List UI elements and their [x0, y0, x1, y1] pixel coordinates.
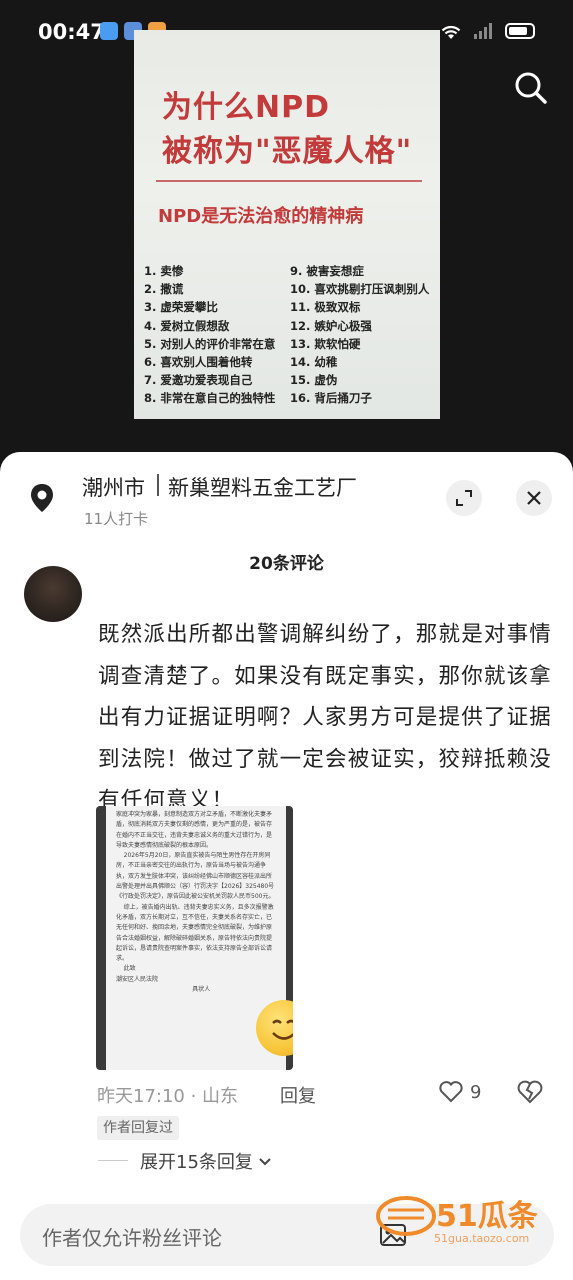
poster-item: 4. 爱树立假想敌 [144, 318, 230, 333]
signal-icon [474, 23, 492, 39]
system-icons [439, 22, 535, 40]
like-button[interactable]: 9 [438, 1080, 481, 1104]
poster-item: 11. 极致双标 [290, 300, 361, 315]
battery-icon [505, 23, 535, 39]
poster-title-line1: 为什么NPD [162, 90, 330, 125]
dislike-button[interactable] [516, 1079, 544, 1109]
search-button[interactable] [509, 66, 553, 110]
document-page: 家庭冲突为家暴，刻意制造双方对立矛盾，不断激化夫妻矛盾，彻底消耗双方夫妻仅剩的感… [106, 806, 293, 1070]
heart-icon [439, 1081, 463, 1103]
poster-list-right: 9. 被害妄想症 10. 喜欢挑剔打压讽刺别人 11. 极致双标 12. 嫉妒心… [290, 262, 429, 408]
watermark-logo: 51瓜条 51gua.taozo.com [374, 1186, 564, 1246]
poster-item: 16. 背后捅刀子 [290, 391, 372, 406]
avatar[interactable] [24, 566, 82, 622]
search-icon [515, 72, 547, 104]
chevron-down-icon [259, 1158, 271, 1166]
document-text: 家庭冲突为家暴，刻意制造双方对立矛盾，不断激化夫妻矛盾，彻底消耗双方夫妻仅剩的感… [116, 811, 275, 994]
expand-icon [456, 490, 472, 506]
poster-item: 14. 幼稚 [290, 355, 338, 370]
poster-item: 12. 嫉妒心极强 [290, 318, 372, 333]
watermark-url: 51gua.taozo.com [434, 1232, 529, 1245]
poster-item: 2. 撒谎 [144, 282, 184, 297]
poster-list-left: 1. 卖惨 2. 撒谎 3. 虚荣爱攀比 4. 爱树立假想敌 5. 对别人的评价… [144, 262, 275, 408]
poster-item: 10. 喜欢挑剔打压讽刺别人 [290, 282, 430, 297]
close-icon [527, 491, 541, 505]
poster-item: 15. 虚伪 [290, 373, 338, 388]
comment-image[interactable]: 家庭冲突为家暴，刻意制造双方对立矛盾，不断激化夫妻矛盾，彻底消耗双方夫妻仅剩的感… [96, 806, 293, 1070]
poster-item: 9. 被害妄想症 [290, 264, 364, 278]
wifi-icon [441, 25, 461, 39]
status-time: 00:47 [38, 20, 105, 44]
poster-item: 3. 虚荣爱攀比 [144, 300, 218, 315]
post-image[interactable]: 为什么NPD 被称为"恶魔人格" NPD是无法治愈的精神病 1. 卖惨 2. 撒… [134, 30, 440, 419]
poster-item: 5. 对别人的评价非常在意 [144, 336, 276, 351]
location-city[interactable]: 潮州市 [82, 472, 145, 502]
broken-heart-icon [517, 1080, 543, 1104]
poster-title-line2: 被称为"恶魔人格" [162, 134, 413, 169]
author-replied-badge: 作者回复过 [97, 1116, 179, 1140]
comment-text: 既然派出所都出警调解纠纷了，那就是对事情调查清楚了。如果没有既定事实，那你就该拿… [98, 622, 553, 813]
smiley-emoji-icon [256, 1000, 293, 1056]
like-count: 9 [470, 1081, 482, 1103]
poster-divider [156, 180, 422, 182]
book-app-icon [100, 22, 118, 40]
comments-count-title: 20条评论 [249, 554, 324, 574]
expand-replies-label: 展开15条回复 [140, 1152, 253, 1173]
poster-item: 1. 卖惨 [144, 264, 184, 278]
reply-button[interactable]: 回复 [280, 1082, 316, 1108]
comment-time-location: 昨天17:10 · 山东 [97, 1086, 239, 1107]
poster-item: 7. 爱邀功爱表现自己 [144, 373, 253, 388]
poster-item: 8. 非常在意自己的独特性 [144, 391, 276, 406]
checkin-count: 11人打卡 [84, 510, 149, 528]
poster-item: 13. 欺软怕硬 [290, 336, 361, 351]
poster-item: 6. 喜欢别人围着他转 [144, 355, 253, 370]
poster-subtitle: NPD是无法治愈的精神病 [158, 206, 364, 227]
comment-input-placeholder: 作者仅允许粉丝评论 [42, 1226, 222, 1250]
location-name[interactable]: 新巢塑料五金工艺厂 [168, 472, 357, 502]
watermark-brand: 51瓜条 [436, 1199, 538, 1234]
expand-replies-button[interactable]: 展开15条回复 [140, 1148, 273, 1174]
close-button[interactable] [516, 480, 552, 516]
location-separator [157, 474, 159, 496]
expand-button[interactable] [446, 480, 482, 516]
expand-divider [98, 1160, 128, 1161]
location-pin-icon [31, 484, 53, 512]
